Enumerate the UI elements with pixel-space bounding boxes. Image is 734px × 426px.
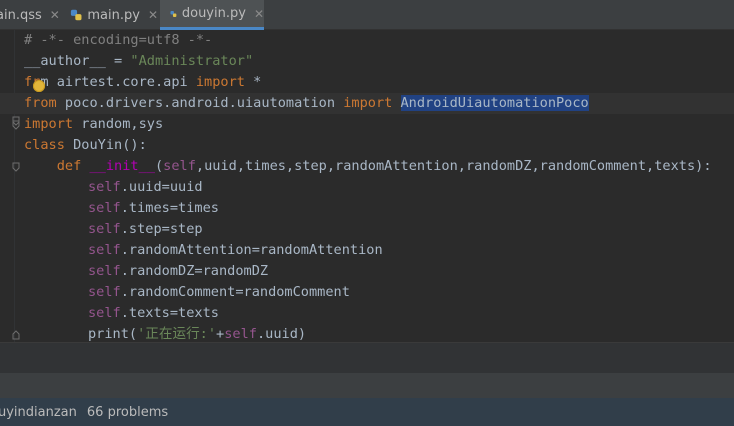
tab-label: douyin.py bbox=[181, 6, 246, 21]
tab-main-py[interactable]: main.py ✕ bbox=[70, 0, 158, 30]
close-icon[interactable]: ✕ bbox=[254, 7, 264, 21]
tab-douyin-py[interactable]: douyin.py ✕ bbox=[160, 0, 264, 30]
code-line-6: class DouYin(): bbox=[24, 137, 147, 153]
code-line-9: self.times=times bbox=[88, 200, 219, 216]
code-line-8: self.uuid=uuid bbox=[88, 179, 203, 195]
code-line-11: self.randomAttention=randomAttention bbox=[88, 242, 383, 258]
tab-label: main.py bbox=[87, 7, 140, 23]
python-file-icon bbox=[70, 9, 82, 21]
gutter bbox=[14, 30, 15, 342]
code-line-1: # -*- encoding=utf8 -*- bbox=[24, 32, 213, 48]
tool-window-strip bbox=[0, 373, 734, 399]
problems-count[interactable]: 66 problems bbox=[87, 405, 168, 420]
code-line-10: self.step=step bbox=[88, 221, 203, 237]
fold-marker-icon[interactable] bbox=[12, 330, 20, 340]
status-context: uyindianzan bbox=[0, 404, 77, 420]
close-icon[interactable]: ✕ bbox=[50, 8, 60, 22]
code-line-5: import random,sys bbox=[24, 116, 164, 132]
close-icon[interactable]: ✕ bbox=[148, 8, 158, 22]
tab-main-qss[interactable]: ain.qss ✕ bbox=[0, 0, 60, 30]
code-line-12: self.randomDZ=randomDZ bbox=[88, 263, 269, 279]
fold-marker-icon[interactable] bbox=[12, 162, 20, 172]
code-editor[interactable]: # -*- encoding=utf8 -*- __author__ = "Ad… bbox=[0, 30, 734, 342]
fold-marker-icon[interactable] bbox=[12, 120, 20, 130]
code-line-2: __author__ = "Administrator" bbox=[24, 53, 254, 69]
python-file-icon bbox=[170, 10, 177, 17]
code-line-3: frm airtest.core.api import * bbox=[24, 74, 262, 90]
code-line-7: def __init__(self,uuid,times,step,random… bbox=[24, 158, 712, 174]
editor-tab-bar: ain.qss ✕ main.py ✕ douyin.py ✕ bbox=[0, 0, 734, 30]
tab-label: ain.qss bbox=[0, 7, 42, 23]
code-line-14: self.texts=texts bbox=[88, 305, 219, 321]
lightbulb-icon[interactable] bbox=[33, 80, 45, 92]
status-bar: uyindianzan 66 problems bbox=[0, 398, 734, 426]
tool-window-panel bbox=[0, 342, 734, 399]
code-line-13: self.randomComment=randomComment bbox=[88, 284, 350, 300]
code-line-4: from poco.drivers.android.uiautomation i… bbox=[24, 95, 589, 111]
selected-text: AndroidUiautomationPoco bbox=[400, 95, 589, 111]
